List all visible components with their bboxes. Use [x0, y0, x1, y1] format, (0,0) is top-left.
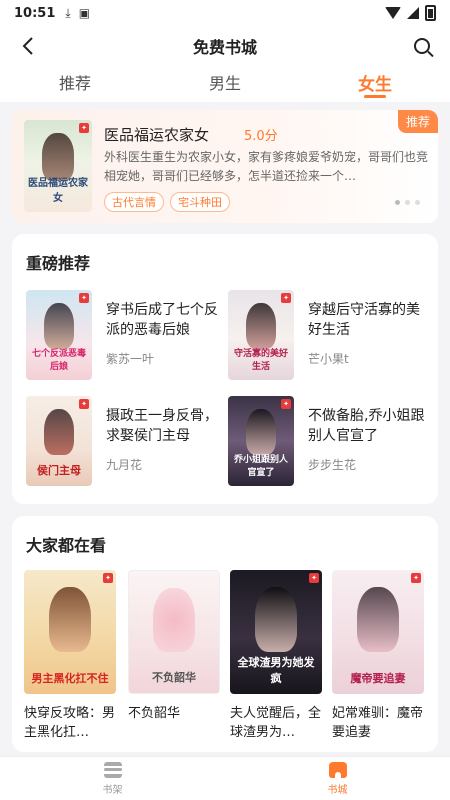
- carousel-indicator: [395, 200, 420, 205]
- book-item[interactable]: ✦ 侯门主母 摄政王一身反骨，求娶侯门主母 九月花: [26, 396, 226, 488]
- book-author: 九月花: [106, 458, 143, 472]
- book-cover: ✦ 魔帝要追妻: [332, 570, 424, 694]
- cover-figure-image: [245, 408, 277, 456]
- wifi-icon: [385, 7, 401, 19]
- book-cover: 不负韶华: [128, 570, 220, 694]
- book-item[interactable]: ✦ 守活寡的美好生活 穿越后守活寡的美好生活 芒小果t: [228, 290, 428, 382]
- book-cover: ✦ 男主黑化扛不住: [24, 570, 116, 694]
- cover-title-art: 乔小姐跟别人官宣了: [233, 455, 288, 478]
- page-title: 免费书城: [192, 38, 257, 57]
- genre-tag[interactable]: 古代言情: [104, 192, 164, 212]
- book-title: 妃常难驯：魔帝要追妻: [332, 706, 424, 740]
- status-bar: 10:51 ⤓ ▣: [0, 0, 450, 26]
- book-author: 紫苏一叶: [106, 352, 155, 366]
- nav-label: 书城: [327, 784, 348, 796]
- search-icon: [414, 38, 430, 54]
- tab-female[interactable]: 女生: [300, 66, 450, 102]
- book-cover: ✦ 七个反派恶毒后娘: [26, 290, 92, 380]
- cover-figure-image: [43, 302, 75, 350]
- carousel-dot: [405, 200, 410, 205]
- featured-book-title: 医品福运农家女: [104, 126, 210, 144]
- book-title: 不做备胎,乔小姐跟别人官宣了: [308, 408, 425, 444]
- featured-book-tags: 古代言情 宅斗种田: [104, 192, 230, 212]
- cover-title-art: 全球渣男为她发疯: [237, 656, 315, 685]
- cover-figure-image: [356, 587, 400, 652]
- book-item[interactable]: ✦ 全球渣男为她发疯 夫人觉醒后，全球渣男为…: [230, 570, 322, 742]
- book-cover: ✦ 守活寡的美好生活: [228, 290, 294, 380]
- tab-male[interactable]: 男生: [150, 66, 300, 102]
- recommend-badge: 推荐: [397, 110, 438, 133]
- book-title: 摄政王一身反骨，求娶侯门主母: [106, 408, 218, 444]
- back-arrow-icon[interactable]: [14, 32, 42, 60]
- book-author: 步步生花: [308, 458, 357, 472]
- publisher-logo: ✦: [309, 573, 319, 583]
- cover-figure-image: [245, 302, 277, 350]
- cover-title-art: 男主黑化扛不住: [31, 672, 109, 685]
- book-title: 穿越后守活寡的美好生活: [308, 302, 420, 338]
- book-cover: ✦ 全球渣男为她发疯: [230, 570, 322, 694]
- cover-title-art: 侯门主母: [37, 464, 81, 477]
- section-title: 大家都在看: [26, 536, 107, 555]
- heavy-recommend-section: 重磅推荐 ✦ 七个反派恶毒后娘 穿书后成了七个反派的恶毒后娘 紫苏一叶 ✦ 守活…: [12, 234, 438, 504]
- cover-figure-image: [254, 587, 298, 652]
- cover-figure-image: [43, 408, 75, 456]
- nav-bookstore[interactable]: 书城: [225, 757, 450, 800]
- signal-icon: [407, 7, 419, 19]
- genre-tag[interactable]: 宅斗种田: [170, 192, 230, 212]
- nav-bookshelf[interactable]: 书架: [0, 757, 225, 800]
- search-button[interactable]: [408, 32, 436, 60]
- book-cover: ✦ 侯门主母: [26, 396, 92, 486]
- book-item[interactable]: 不负韶华 不负韶华: [128, 570, 220, 742]
- book-item[interactable]: ✦ 七个反派恶毒后娘 穿书后成了七个反派的恶毒后娘 紫苏一叶: [26, 290, 226, 382]
- book-title: 穿书后成了七个反派的恶毒后娘: [106, 302, 218, 338]
- featured-book-description: 外科医生重生为农家小女，家有爹疼娘爱爷奶宠，哥哥们也竞相宠她，哥哥们已经够多，怎…: [104, 150, 429, 183]
- book-item[interactable]: ✦ 魔帝要追妻 妃常难驯：魔帝要追妻: [332, 570, 424, 742]
- book-title: 快穿反攻略：男主黑化扛…: [24, 706, 116, 740]
- publisher-logo: ✦: [79, 293, 89, 303]
- everyone-watching-section: 大家都在看 ✦ 男主黑化扛不住 快穿反攻略：男主黑化扛… 不负韶华 不负韶华 ✦…: [12, 516, 438, 752]
- tab-recommend[interactable]: 推荐: [0, 66, 150, 102]
- cover-title-art: 守活寡的美好生活: [233, 349, 288, 372]
- featured-book-cover: ✦ 医品福运农家女: [24, 120, 92, 212]
- carousel-dot: [395, 200, 400, 205]
- section-title: 重磅推荐: [26, 254, 91, 273]
- download-icon: ⤓: [65, 5, 71, 20]
- bookshelf-icon: [103, 761, 122, 778]
- app-notification-icon: ▣: [78, 6, 91, 20]
- featured-book-score: 5.0分: [244, 129, 278, 144]
- bottom-navigation: 书架 书城: [0, 756, 450, 800]
- cover-flower-image: [153, 588, 195, 652]
- bookstore-icon: [328, 761, 347, 778]
- nav-label: 书架: [102, 784, 123, 796]
- cover-title-art: 不负韶华: [152, 671, 196, 684]
- featured-book-banner[interactable]: ✦ 医品福运农家女 医品福运农家女 5.0分 外科医生重生为农家小女，家有爹疼娘…: [12, 110, 438, 223]
- cover-title-art: 魔帝要追妻: [350, 672, 406, 685]
- publisher-logo: ✦: [281, 293, 291, 303]
- carousel-dot: [415, 200, 420, 205]
- book-title: 夫人觉醒后，全球渣男为…: [230, 706, 322, 740]
- book-title: 不负韶华: [128, 706, 181, 721]
- cover-title-art: 七个反派恶毒后娘: [31, 349, 86, 372]
- cover-title-art: 医品福运农家女: [28, 178, 88, 204]
- publisher-logo: ✦: [79, 399, 89, 409]
- book-item[interactable]: ✦ 乔小姐跟别人官宣了 不做备胎,乔小姐跟别人官宣了 步步生花: [228, 396, 428, 488]
- book-cover: ✦ 乔小姐跟别人官宣了: [228, 396, 294, 486]
- app-header: 免费书城: [0, 26, 450, 66]
- category-tabs: 推荐 男生 女生: [0, 66, 450, 102]
- status-time: 10:51: [14, 5, 56, 21]
- publisher-logo: ✦: [103, 573, 113, 583]
- battery-icon: [425, 5, 436, 21]
- cover-figure-image: [48, 587, 92, 652]
- publisher-logo: ✦: [281, 399, 291, 409]
- book-author: 芒小果t: [308, 352, 349, 366]
- publisher-logo: ✦: [79, 123, 89, 133]
- publisher-logo: ✦: [411, 573, 421, 583]
- book-item[interactable]: ✦ 男主黑化扛不住 快穿反攻略：男主黑化扛…: [24, 570, 116, 742]
